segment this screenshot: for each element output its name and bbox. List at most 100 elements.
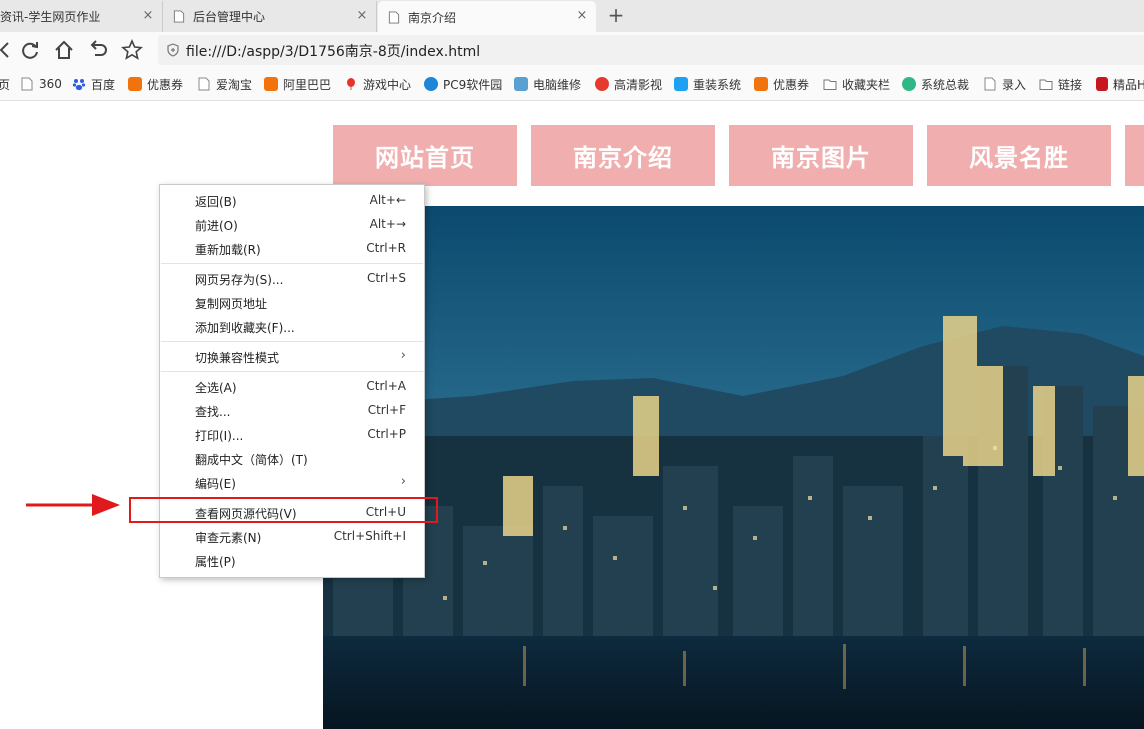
bookmark-label: 360 [39,77,62,91]
bookmark-label: 重装系统 [693,77,742,92]
tab-title: 资讯-学生网页作业 [0,10,101,24]
bookmark-item[interactable]: 系统总裁 [902,68,969,100]
nav-nanjing-intro-button[interactable]: 南京介绍 [531,125,715,186]
menu-item-print[interactable]: 打印(I)... Ctrl+P [160,423,424,447]
star-icon[interactable] [121,39,143,61]
bookmark-label: 爱淘宝 [216,77,253,92]
close-icon[interactable]: × [574,8,590,24]
tab-strip: 资讯-学生网页作业 × 后台管理中心 × 南京介绍 × + [0,0,1144,33]
tab-student-homework[interactable]: 资讯-学生网页作业 × [0,1,163,32]
bookmark-label: 链接 [1058,77,1083,92]
tab-nanjing-intro[interactable]: 南京介绍 × [378,1,596,33]
menu-item-shortcut: Ctrl+A [366,379,406,393]
taobao-icon [754,77,768,91]
menu-item-label: 重新加载(R) [195,243,261,257]
shield-icon [167,43,179,57]
red-arrow-icon [26,494,120,516]
close-icon[interactable]: × [354,8,370,24]
page-icon [173,10,185,23]
bookmark-item[interactable]: 优惠券 [128,68,183,100]
menu-item-copy-address[interactable]: 复制网页地址 [160,291,424,315]
menu-item-back[interactable]: 返回(B) Alt+← [160,189,424,213]
bookmark-item[interactable]: 百度 [72,68,115,100]
bookmark-item[interactable]: 重装系统 [674,68,741,100]
taobao-icon [128,77,142,91]
menu-item-compat-mode[interactable]: 切换兼容性模式 › [160,345,424,369]
new-tab-button[interactable]: + [604,4,628,26]
menu-item-inspect-element[interactable]: 审查元素(N) Ctrl+Shift+I [160,525,424,549]
address-bar[interactable]: file:///D:/aspp/3/D1756南京-8页/index.html [158,35,1144,65]
menu-item-save-page-as[interactable]: 网页另存为(S)... Ctrl+S [160,267,424,291]
bookmark-label: 高清影视 [614,77,663,92]
bookmark-label: 页 [0,77,11,92]
tab-admin-center[interactable]: 后台管理中心 × [163,1,377,32]
menu-item-shortcut: Ctrl+P [367,427,406,441]
bookmark-label: 阿里巴巴 [283,77,332,92]
menu-item-label: 全选(A) [195,381,237,395]
back-arrow-icon[interactable] [0,39,16,61]
menu-item-add-favorite[interactable]: 添加到收藏夹(F)... [160,315,424,339]
bookmark-item[interactable]: 高清影视 [595,68,662,100]
navigation-bar: file:///D:/aspp/3/D1756南京-8页/index.html [0,32,1144,68]
menu-item-translate[interactable]: 翻成中文（简体）(T) [160,447,424,471]
repair-person-icon [514,77,528,91]
video-icon [595,77,609,91]
bookmark-item[interactable]: 阿里巴巴 [264,68,331,100]
menu-item-forward[interactable]: 前进(O) Alt+→ [160,213,424,237]
menu-item-label: 切换兼容性模式 [195,351,280,365]
bookmark-label: 精品H [1113,77,1144,92]
nav-home-button[interactable]: 网站首页 [333,125,517,186]
page-icon [984,77,996,91]
reload-icon[interactable] [19,39,41,61]
menu-item-label: 前进(O) [195,219,238,233]
menu-item-label: 打印(I)... [195,429,244,443]
bookmark-item[interactable]: 链接 [1039,68,1082,100]
bookmark-item[interactable]: 爱淘宝 [197,68,252,100]
folder-icon [823,79,837,90]
chevron-right-icon: › [400,474,406,489]
menu-item-label: 查找... [195,405,231,419]
bookmark-item[interactable]: 电脑维修 [514,68,581,100]
bookmark-item[interactable]: 360 [20,68,62,100]
bookmark-item[interactable]: 精品H [1096,68,1144,100]
menu-divider [161,341,423,342]
tab-title: 后台管理中心 [193,10,266,24]
menu-item-label: 属性(P) [195,555,236,569]
menu-item-reload[interactable]: 重新加载(R) Ctrl+R [160,237,424,261]
nav-nanjing-photos-button[interactable]: 南京图片 [729,125,913,186]
menu-item-select-all[interactable]: 全选(A) Ctrl+A [160,375,424,399]
nanjing-night-skyline-image [323,206,1144,729]
bookmark-label: 电脑维修 [533,77,582,92]
menu-item-properties[interactable]: 属性(P) [160,549,424,573]
bookmark-item[interactable]: 游戏中心 [344,68,411,100]
bookmark-item[interactable]: 优惠券 [754,68,809,100]
menu-item-label: 返回(B) [195,195,237,209]
menu-item-label: 审查元素(N) [195,531,262,545]
bookmark-item[interactable]: 录入 [983,68,1026,100]
bookmark-item[interactable]: 页 [0,68,10,100]
menu-item-encoding[interactable]: 编码(E) › [160,471,424,495]
bookmark-label: 百度 [91,77,116,92]
menu-item-label: 添加到收藏夹(F)... [195,321,295,335]
menu-divider [161,371,423,372]
pc9-icon [424,77,438,91]
undo-icon[interactable] [87,39,109,61]
address-url[interactable]: file:///D:/aspp/3/D1756南京-8页/index.html [186,41,480,61]
page-icon [21,77,33,91]
bookmark-label: 优惠券 [773,77,810,92]
menu-item-find[interactable]: 查找... Ctrl+F [160,399,424,423]
menu-item-label: 翻成中文（简体）(T) [195,453,308,467]
nav-more-button[interactable] [1125,125,1144,186]
menu-item-shortcut: Alt+→ [369,217,406,231]
alibaba-icon [264,77,278,91]
menu-item-label: 复制网页地址 [195,297,268,311]
close-icon[interactable]: × [140,8,156,24]
nav-scenic-spots-button[interactable]: 风景名胜 [927,125,1111,186]
home-icon[interactable] [53,39,75,61]
e-icon [902,77,916,91]
bookmark-item[interactable]: 收藏夹栏 [823,68,890,100]
bookmark-item[interactable]: PC9软件园 [424,68,502,100]
menu-item-label: 编码(E) [195,477,236,491]
page-icon [198,77,210,91]
bird-icon [674,77,688,91]
